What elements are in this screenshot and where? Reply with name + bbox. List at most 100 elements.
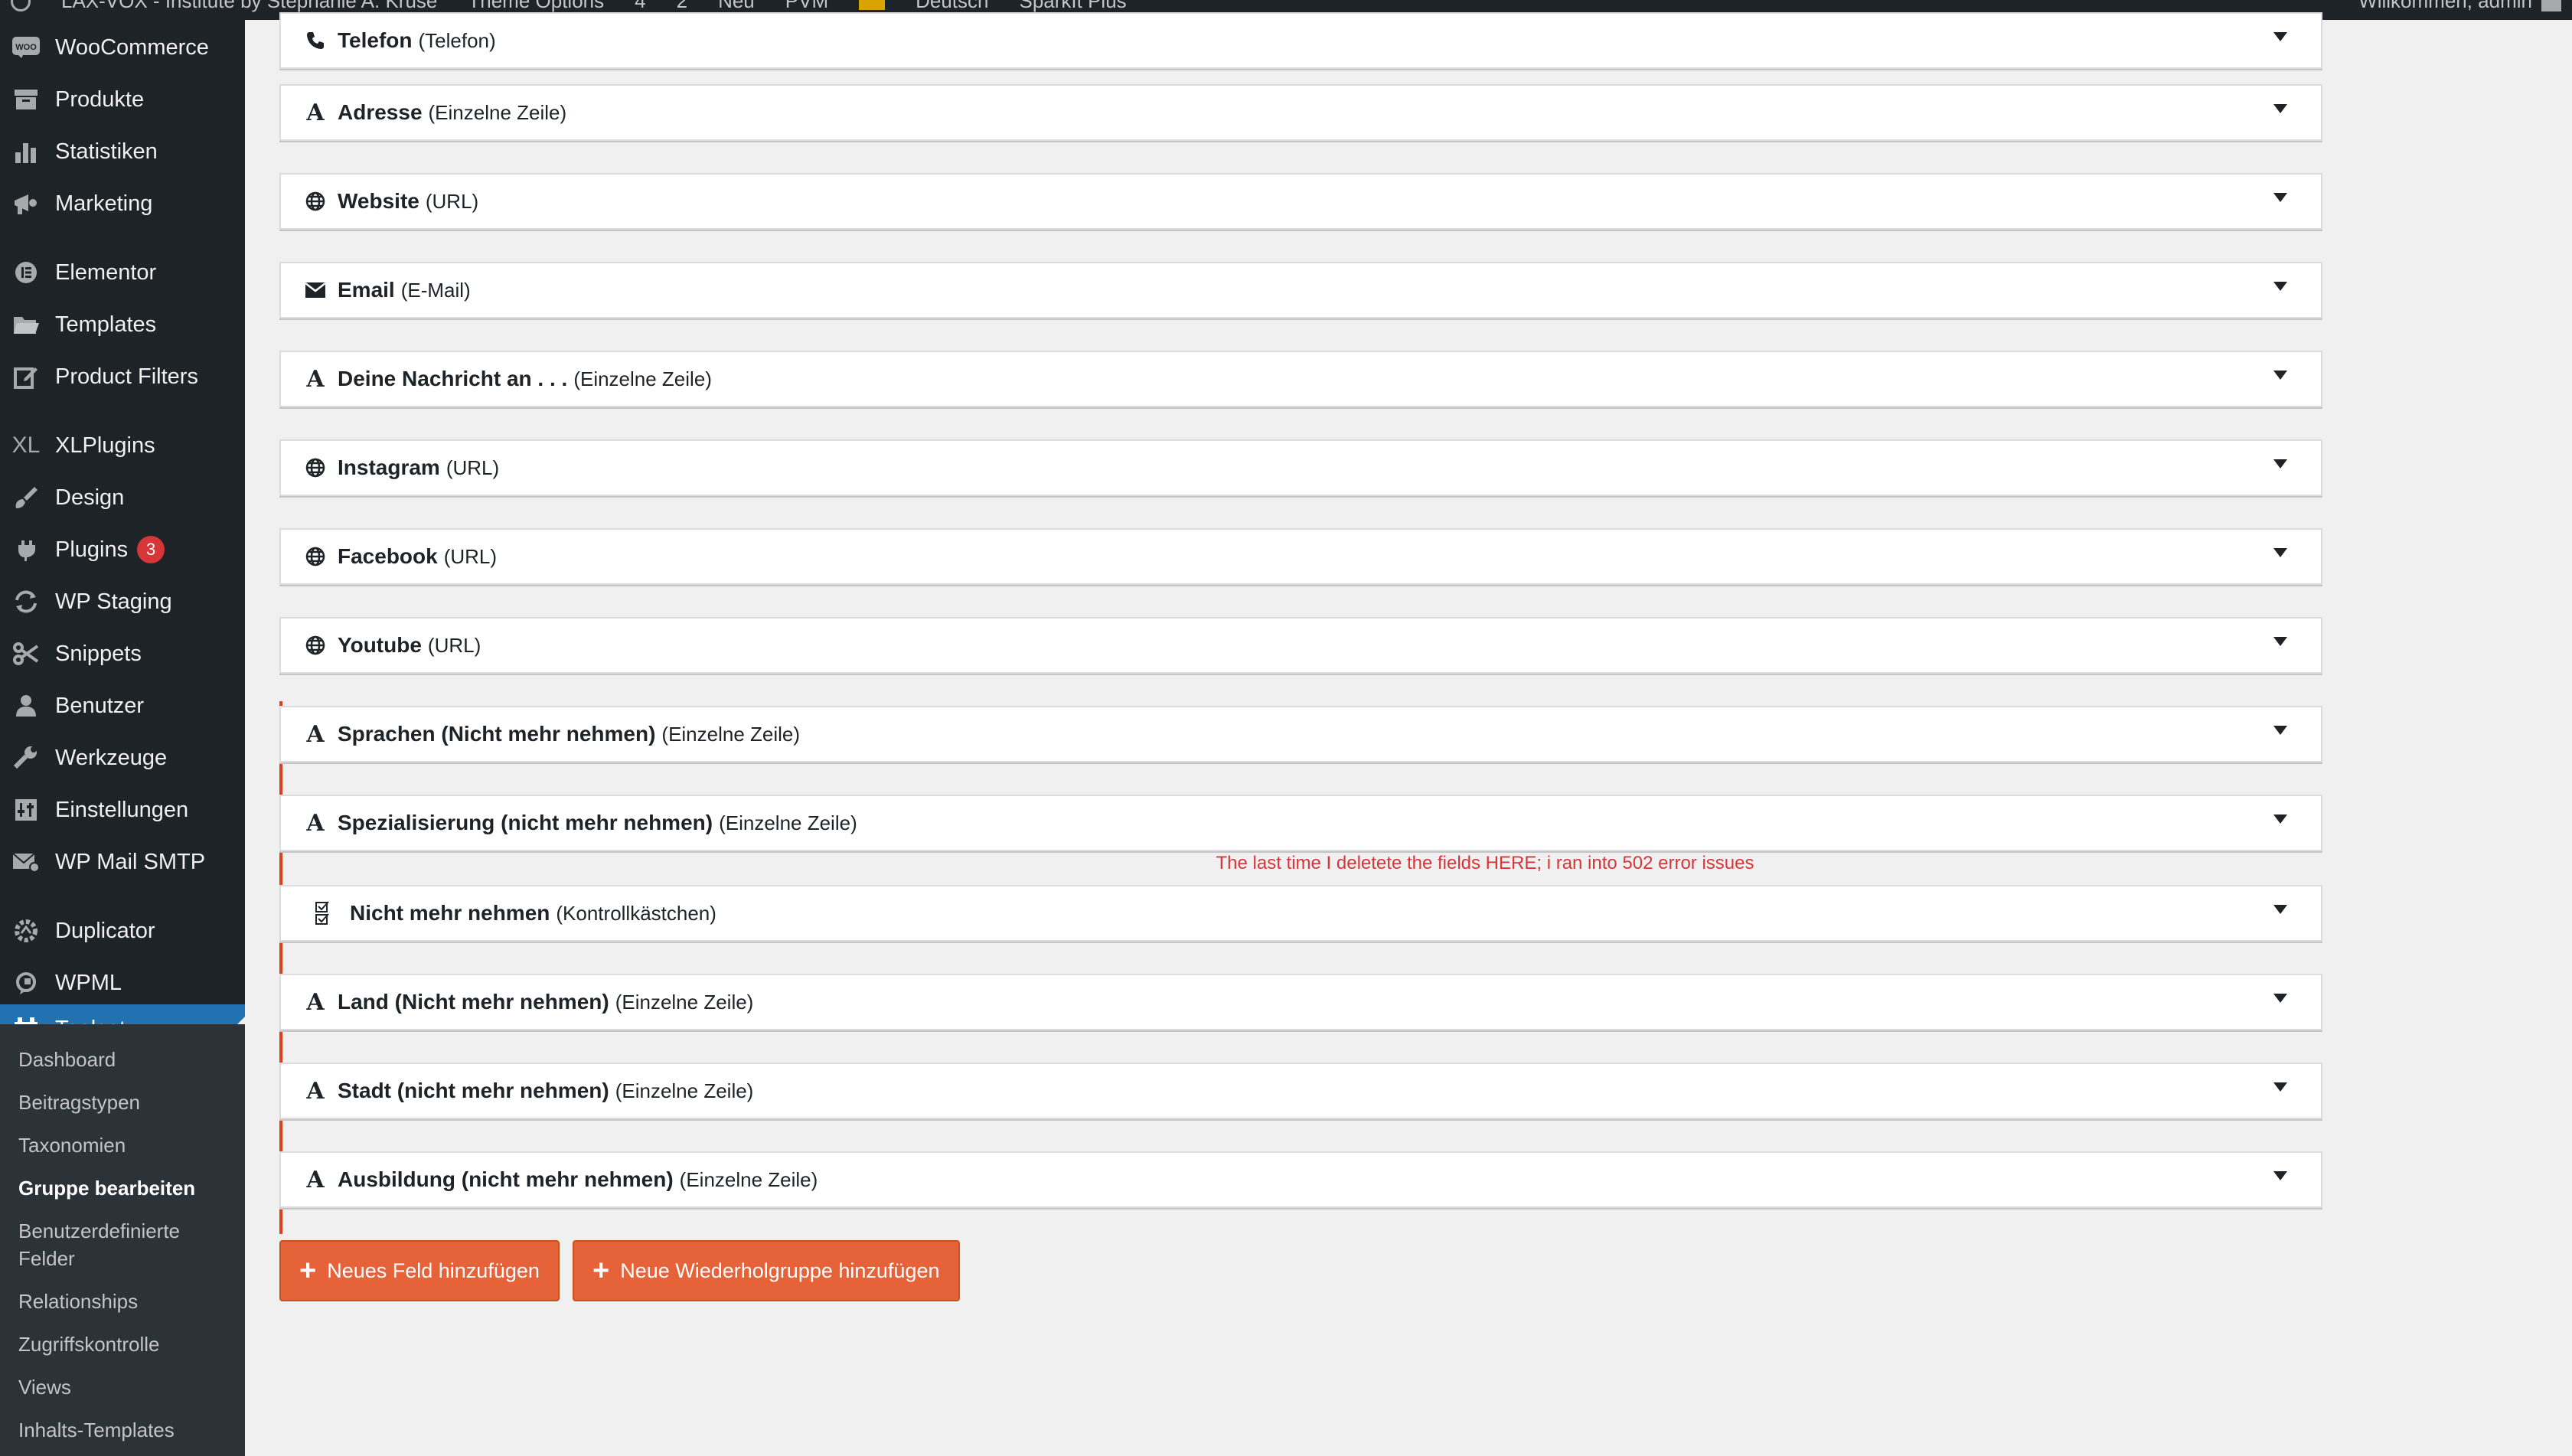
checkbox-icon — [312, 901, 335, 926]
field-toggle-arrow-icon[interactable] — [2273, 994, 2287, 1003]
field-toggle-arrow-icon[interactable] — [2273, 459, 2287, 468]
sidebar-item-einstellungen[interactable]: Einstellungen — [0, 785, 245, 834]
field-type: (Einzelne Zeile) — [615, 1079, 754, 1102]
sidebar-item-wpml[interactable]: WPML — [0, 958, 245, 1007]
sidebar-item-label: Product Filters — [55, 364, 198, 389]
field-name: Email — [338, 278, 395, 302]
admin-bar-right: Willkommen, admin — [2358, 0, 2561, 13]
admin-bar-pvm[interactable]: PVM — [785, 0, 828, 13]
sidebar-item-duplicator[interactable]: Duplicator — [0, 906, 245, 955]
field-name: Website — [338, 189, 419, 213]
sidebar-item-werkzeuge[interactable]: Werkzeuge — [0, 733, 245, 782]
admin-bar-sparkit[interactable]: SparkIt Plus — [1020, 0, 1127, 13]
field-toggle-arrow-icon[interactable] — [2273, 726, 2287, 735]
field-row-deine-nachricht[interactable]: A Deine Nachricht an . . . (Einzelne Zei… — [279, 351, 2322, 407]
sidebar-item-elementor[interactable]: Elementor — [0, 248, 245, 297]
wordpress-icon[interactable] — [11, 0, 31, 11]
settings-icon — [11, 795, 41, 825]
field-toggle-arrow-icon[interactable] — [2273, 815, 2287, 824]
admin-bar-site-name[interactable]: LAX-VOX - Institute by Stephanie A. Krus… — [61, 0, 437, 13]
field-toggle-arrow-icon[interactable] — [2273, 32, 2287, 41]
field-toggle-arrow-icon[interactable] — [2273, 548, 2287, 557]
field-row-email[interactable]: Email (E-Mail) — [279, 262, 2322, 318]
submenu-item-dashboard[interactable]: Dashboard — [18, 1046, 240, 1073]
field-toggle-arrow-icon[interactable] — [2273, 1082, 2287, 1092]
field-row-youtube[interactable]: Youtube (URL) — [279, 617, 2322, 674]
field-row-land[interactable]: A Land (Nicht mehr nehmen) (Einzelne Zei… — [279, 974, 2322, 1030]
submenu-item-beitragstypen[interactable]: Beitragstypen — [18, 1089, 240, 1116]
field-name: Sprachen (Nicht mehr nehmen) — [338, 722, 656, 746]
sidebar-item-label: Duplicator — [55, 918, 155, 943]
sidebar-item-label: Design — [55, 485, 125, 510]
field-type: (URL) — [425, 189, 479, 213]
sidebar-item-templates[interactable]: Templates — [0, 300, 245, 349]
text-a-icon: A — [306, 720, 325, 748]
submenu-item-gruppe-bearbeiten[interactable]: Gruppe bearbeiten — [18, 1174, 240, 1202]
admin-bar-updates[interactable]: 4 — [635, 0, 645, 13]
sidebar-item-label: Produkte — [55, 87, 145, 112]
german-flag-icon — [859, 0, 886, 10]
submenu-item-views[interactable]: Views — [18, 1373, 240, 1401]
add-field-button[interactable]: + Neues Feld hinzufügen — [279, 1240, 560, 1301]
sidebar-item-benutzer[interactable]: Benutzer — [0, 681, 245, 730]
submenu-item-benutzerdefinierte-felder[interactable]: Benutzerdefinierte Felder — [18, 1217, 240, 1272]
sidebar-item-design[interactable]: Design — [0, 473, 245, 522]
phone-icon — [304, 31, 327, 51]
plus-icon: + — [592, 1255, 610, 1287]
field-row-facebook[interactable]: Facebook (URL) — [279, 528, 2322, 585]
admin-bar-comments[interactable]: 2 — [677, 0, 687, 13]
field-row-website[interactable]: Website (URL) — [279, 173, 2322, 230]
sidebar-item-produkte[interactable]: Produkte — [0, 75, 245, 124]
submenu-item-relationships[interactable]: Relationships — [18, 1288, 240, 1315]
field-row-instagram[interactable]: Instagram (URL) — [279, 439, 2322, 496]
field-toggle-arrow-icon[interactable] — [2273, 104, 2287, 113]
sidebar-item-label: Statistiken — [55, 139, 158, 164]
field-toggle-arrow-icon[interactable] — [2273, 905, 2287, 914]
field-toggle-arrow-icon[interactable] — [2273, 1171, 2287, 1180]
envelope-icon — [304, 282, 327, 299]
sidebar-item-woocommerce[interactable]: WOO WooCommerce — [0, 23, 245, 72]
sidebar-item-wp-mail-smtp[interactable]: WP Mail SMTP — [0, 837, 245, 886]
elementor-icon — [11, 257, 41, 288]
field-row-ausbildung[interactable]: A Ausbildung (nicht mehr nehmen) (Einzel… — [279, 1151, 2322, 1208]
field-type: (Telefon) — [418, 28, 496, 52]
admin-bar-greeting[interactable]: Willkommen, admin — [2358, 0, 2532, 13]
field-row-adresse[interactable]: A Adresse (Einzelne Zeile) — [279, 84, 2322, 141]
error-annotation-text: The last time I deletete the fields HERE… — [1216, 853, 1754, 873]
sidebar-item-wp-staging[interactable]: WP Staging — [0, 577, 245, 626]
sidebar-item-label: Plugins — [55, 537, 129, 562]
sync-icon — [11, 586, 41, 617]
admin-bar-new[interactable]: Neu — [718, 0, 755, 13]
submenu-item-taxonomien[interactable]: Taxonomien — [18, 1131, 240, 1159]
globe-icon — [304, 191, 327, 211]
bar-chart-icon — [11, 136, 41, 167]
field-type: (URL) — [446, 455, 500, 479]
field-row-spezialisierung[interactable]: A Spezialisierung (nicht mehr nehmen) (E… — [279, 795, 2322, 851]
submenu-item-inhalts-templates[interactable]: Inhalts-Templates — [18, 1416, 240, 1444]
field-row-telefon[interactable]: Telefon (Telefon) — [279, 12, 2322, 69]
field-toggle-arrow-icon[interactable] — [2273, 193, 2287, 202]
field-type: (Einzelne Zeile) — [615, 990, 754, 1014]
field-name: Spezialisierung (nicht mehr nehmen) — [338, 811, 713, 834]
sidebar-item-product-filters[interactable]: Product Filters — [0, 352, 245, 401]
field-name: Instagram — [338, 455, 440, 479]
sidebar-item-snippets[interactable]: Snippets — [0, 629, 245, 678]
sidebar-item-statistiken[interactable]: Statistiken — [0, 127, 245, 176]
sidebar-item-marketing[interactable]: Marketing — [0, 179, 245, 228]
field-row-nicht-mehr-nehmen[interactable]: Nicht mehr nehmen (Kontrollkästchen) — [279, 885, 2322, 942]
add-repeater-group-button[interactable]: + Neue Wiederholgruppe hinzufügen — [573, 1240, 960, 1301]
field-row-sprachen[interactable]: A Sprachen (Nicht mehr nehmen) (Einzelne… — [279, 706, 2322, 762]
field-toggle-arrow-icon[interactable] — [2273, 371, 2287, 380]
field-row-stadt[interactable]: A Stadt (nicht mehr nehmen) (Einzelne Ze… — [279, 1063, 2322, 1119]
admin-bar-language[interactable]: Deutsch — [916, 0, 988, 13]
globe-icon — [304, 458, 327, 478]
admin-bar-theme-options[interactable]: Theme Options — [468, 0, 604, 13]
sidebar-item-label: Marketing — [55, 191, 153, 216]
add-repeater-group-button-label: Neue Wiederholgruppe hinzufügen — [620, 1258, 940, 1282]
submenu-item-zugriffskontrolle[interactable]: Zugriffskontrolle — [18, 1330, 240, 1358]
sidebar-item-plugins[interactable]: Plugins 3 — [0, 525, 245, 574]
field-toggle-arrow-icon[interactable] — [2273, 637, 2287, 646]
avatar[interactable] — [2541, 0, 2561, 11]
field-toggle-arrow-icon[interactable] — [2273, 282, 2287, 291]
sidebar-item-xlplugins[interactable]: XL XLPlugins — [0, 421, 245, 470]
